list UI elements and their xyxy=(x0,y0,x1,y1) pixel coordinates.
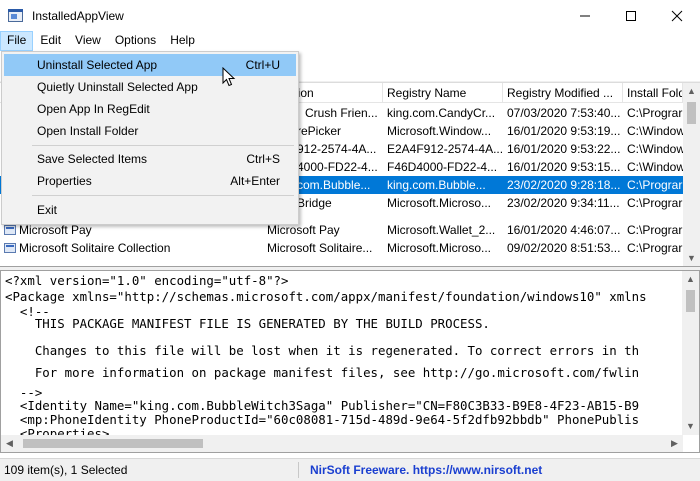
cell-modified: 23/02/2020 9:28:18... xyxy=(503,176,623,194)
scroll-down-arrow-icon[interactable]: ▼ xyxy=(683,250,700,266)
scroll-thumb[interactable] xyxy=(23,439,203,448)
file-menu-dropdown: Uninstall Selected App Ctrl+U Quietly Un… xyxy=(1,51,299,225)
scroll-right-arrow-icon[interactable]: ▶ xyxy=(666,435,683,452)
menu-item-shortcut: Alt+Enter xyxy=(230,174,280,188)
cell-modified: 23/02/2020 9:34:11... xyxy=(507,196,620,210)
window-controls xyxy=(562,0,700,31)
cell-registry-name: king.com.CandyCr... xyxy=(387,106,496,120)
menu-item-label: Save Selected Items xyxy=(37,152,148,166)
title-bar: InstalledAppView xyxy=(0,0,700,31)
app-name: Microsoft Pay xyxy=(19,223,92,237)
window-title: InstalledAppView xyxy=(32,8,124,23)
cell-registry-name: E2A4F912-2574-4A... xyxy=(387,142,503,156)
table-row[interactable]: Microsoft Solitaire Collection Microsoft… xyxy=(0,239,683,257)
cell-modified: 16/01/2020 9:53:15... xyxy=(507,160,621,174)
xml-line: <Package xmlns="http://schemas.microsoft… xyxy=(5,289,647,304)
menu-item-open-install-folder[interactable]: Open Install Folder xyxy=(4,120,296,142)
cell-registry-name: Microsoft.Window... xyxy=(387,124,492,138)
menu-item-quiet-uninstall[interactable]: Quietly Uninstall Selected App xyxy=(4,76,296,98)
menu-item-uninstall[interactable]: Uninstall Selected App Ctrl+U xyxy=(4,54,296,76)
menu-item-label: Uninstall Selected App xyxy=(37,58,158,72)
cell-version: Microsoft Solitaire... xyxy=(267,241,373,255)
xml-manifest-pane[interactable]: <?xml version="1.0" encoding="utf-8"?> <… xyxy=(0,270,700,453)
xml-line: For more information on package manifest… xyxy=(5,365,640,380)
app-row-icon xyxy=(4,243,16,253)
menu-item-label: Quietly Uninstall Selected App xyxy=(37,80,198,94)
menu-item-open-regedit[interactable]: Open App In RegEdit xyxy=(4,98,296,120)
app-row-icon xyxy=(4,225,16,235)
scroll-left-arrow-icon[interactable]: ◀ xyxy=(1,435,18,452)
column-header-install-folder[interactable]: Install Fold xyxy=(623,83,683,103)
nirsoft-link[interactable]: NirSoft Freeware. https://www.nirsoft.ne… xyxy=(306,459,606,481)
menu-file[interactable]: File xyxy=(0,31,34,51)
cell-registry-name: Microsoft.Microso... xyxy=(387,196,492,210)
status-bar: 109 item(s), 1 Selected NirSoft Freeware… xyxy=(0,458,700,481)
cell-folder: C:\Prograr xyxy=(627,196,683,210)
menu-item-save-selected[interactable]: Save Selected Items Ctrl+S xyxy=(4,148,296,170)
cell-folder: C:\Prograr xyxy=(627,106,683,120)
minimize-icon xyxy=(580,15,590,17)
menu-separator xyxy=(32,145,294,146)
menu-separator xyxy=(32,195,294,196)
cell-folder: C:\Prograr xyxy=(627,241,683,255)
menu-item-label: Properties xyxy=(37,174,92,188)
column-header-registry-name[interactable]: Registry Name xyxy=(383,83,503,103)
menu-view[interactable]: View xyxy=(68,31,108,51)
menu-item-label: Open Install Folder xyxy=(37,124,139,138)
cell-modified: 07/03/2020 7:53:40... xyxy=(507,106,621,120)
menu-item-label: Open App In RegEdit xyxy=(37,102,150,116)
status-divider xyxy=(298,462,299,478)
close-button[interactable] xyxy=(654,0,700,31)
scroll-thumb[interactable] xyxy=(687,102,696,124)
cell-folder: C:\Window xyxy=(627,160,683,174)
menu-item-properties[interactable]: Properties Alt+Enter xyxy=(4,170,296,192)
cell-modified: 16/01/2020 4:46:07... xyxy=(507,223,621,237)
xml-line: Changes to this file will be lost when i… xyxy=(5,343,640,358)
minimize-button[interactable] xyxy=(562,0,608,31)
menu-item-shortcut: Ctrl+U xyxy=(245,58,280,72)
xml-vertical-scrollbar[interactable]: ▲ ▼ xyxy=(682,271,699,435)
cell-registry-name: Microsoft.Microso... xyxy=(387,241,492,255)
app-icon xyxy=(8,8,24,24)
cell-folder: C:\Window xyxy=(627,142,683,156)
maximize-icon xyxy=(626,11,636,21)
cell-folder: C:\Prograr xyxy=(623,176,683,194)
cell-registry-name: king.com.Bubble... xyxy=(383,176,503,194)
xml-horizontal-scrollbar[interactable]: ◀ ▶ xyxy=(1,435,683,452)
scroll-thumb[interactable] xyxy=(686,290,695,312)
cell-folder: C:\Prograr xyxy=(627,223,683,237)
menu-item-exit[interactable]: Exit xyxy=(4,199,296,221)
list-vertical-scrollbar[interactable]: ▲ ▼ xyxy=(683,83,700,266)
menu-item-shortcut: Ctrl+S xyxy=(246,152,280,166)
status-item-count: 109 item(s), 1 Selected xyxy=(4,463,128,477)
cell-modified: 09/02/2020 8:51:53... xyxy=(507,241,621,255)
maximize-button[interactable] xyxy=(608,0,654,31)
app-name: Microsoft Solitaire Collection xyxy=(19,241,171,255)
scroll-up-arrow-icon[interactable]: ▲ xyxy=(683,83,700,100)
cell-registry-name: Microsoft.Wallet_2... xyxy=(387,223,496,237)
scroll-up-arrow-icon[interactable]: ▲ xyxy=(682,271,699,288)
cell-folder: C:\Window xyxy=(627,124,683,138)
close-icon xyxy=(671,10,683,22)
xml-line: <?xml version="1.0" encoding="utf-8"?> xyxy=(5,273,289,288)
menu-edit[interactable]: Edit xyxy=(33,31,68,51)
cell-modified: 16/01/2020 9:53:22... xyxy=(507,142,621,156)
cell-modified: 16/01/2020 9:53:19... xyxy=(507,124,621,138)
menu-bar: File Edit View Options Help xyxy=(0,31,700,51)
cell-registry-name: F46D4000-FD22-4... xyxy=(387,160,498,174)
scroll-down-arrow-icon[interactable]: ▼ xyxy=(682,418,699,435)
menu-options[interactable]: Options xyxy=(108,31,163,51)
cell-name: Microsoft Solitaire Collection xyxy=(0,239,263,257)
mouse-cursor-icon xyxy=(222,67,236,87)
menu-help[interactable]: Help xyxy=(163,31,202,51)
column-header-registry-modified[interactable]: Registry Modified ... xyxy=(503,83,623,103)
menu-item-label: Exit xyxy=(37,203,58,217)
xml-line: THIS PACKAGE MANIFEST FILE IS GENERATED … xyxy=(5,316,490,331)
